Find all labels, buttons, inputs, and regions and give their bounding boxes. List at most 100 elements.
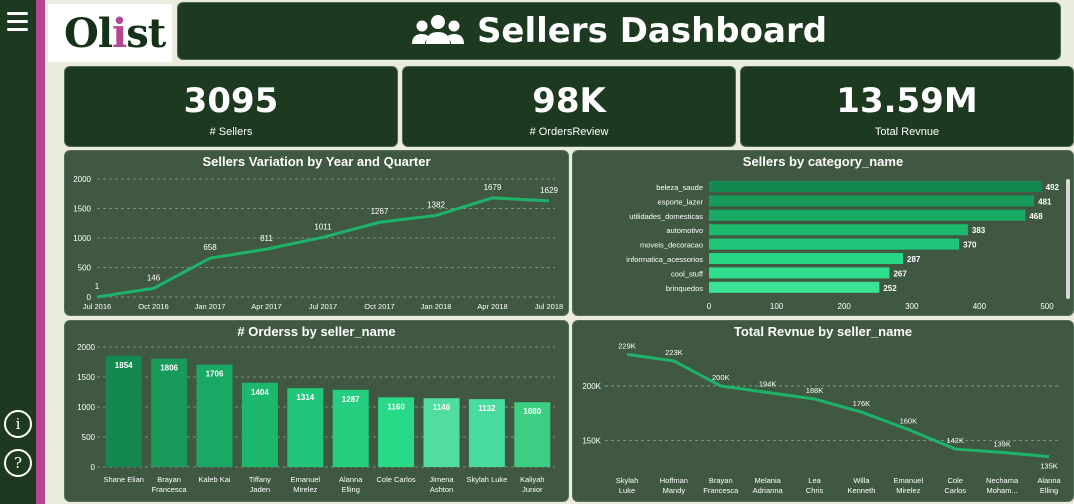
kpi-value: 98K — [532, 81, 606, 121]
y-tick-label: 1000 — [73, 234, 91, 243]
series-line — [626, 352, 1050, 459]
data-label: 194K — [759, 379, 777, 388]
x-tick-label-line: Nechama — [986, 476, 1019, 485]
data-label: 142K — [946, 436, 964, 445]
x-tick-label-line: Skylah — [616, 476, 639, 485]
x-tick-label: Shane Elian — [103, 475, 143, 484]
data-label: 223K — [665, 348, 683, 357]
data-label: 135K — [1040, 462, 1058, 471]
data-label: 492 — [1046, 183, 1060, 192]
kpi-card-orders-review: 98K # OrdersReview — [402, 66, 736, 147]
x-tick-label-line: Ashton — [430, 485, 453, 494]
x-tick-label: Jul 2016 — [83, 302, 111, 311]
data-label: 1404 — [251, 388, 269, 397]
data-label: 1132 — [478, 404, 496, 413]
x-tick-label: 100 — [770, 302, 784, 311]
x-tick-label-line: Junior — [522, 485, 543, 494]
x-tick-label: 500 — [1040, 302, 1054, 311]
category-label: beleza_saude — [656, 183, 703, 192]
data-label: 1146 — [433, 403, 451, 412]
x-tick-label-line: Elling — [342, 485, 360, 494]
scrollbar-track — [1066, 179, 1070, 299]
y-tick-label: 500 — [78, 264, 92, 273]
kpi-label: # OrdersReview — [529, 126, 609, 138]
data-label: 1854 — [115, 361, 133, 370]
sellers-by-category-bar-chart: beleza_saude 492 esporte_lazer 481 utilidade… — [626, 179, 1070, 311]
x-tick-label-line: Kaliyah — [520, 475, 545, 484]
data-label: 1011 — [314, 222, 332, 231]
series-line — [96, 196, 550, 299]
x-tick-label-line: Alanna — [339, 475, 363, 484]
x-tick-label-line: Carlos — [944, 486, 966, 495]
accent-stripe — [36, 0, 45, 504]
x-tick-label-line: Melania — [755, 476, 782, 485]
page-title: Sellers Dashboard — [476, 11, 828, 51]
data-label: 1706 — [206, 370, 224, 379]
x-tick-label-line: Brayan — [157, 475, 181, 484]
data-label: 1287 — [342, 395, 360, 404]
x-tick-label-line: Cole — [948, 476, 963, 485]
data-label: 188K — [806, 386, 824, 395]
x-tick-label: 0 — [707, 302, 712, 311]
x-tick-label: Cole Carlos — [377, 475, 416, 484]
x-tick-label-line: Tiffany — [249, 475, 271, 484]
x-tick-label: Jan 2017 — [195, 302, 226, 311]
category-label: automotivo — [666, 226, 703, 235]
bar — [709, 181, 1042, 192]
bar — [709, 267, 890, 279]
data-label: 1629 — [540, 186, 558, 195]
x-tick-label: Jul 2017 — [309, 302, 337, 311]
left-rail: i ? — [0, 0, 36, 504]
data-label: 383 — [972, 226, 986, 235]
y-tick-label: 1500 — [73, 205, 91, 214]
y-tick-label: 200K — [582, 382, 601, 391]
y-tick-label: 1000 — [77, 403, 95, 412]
y-tick-label: 500 — [82, 433, 96, 442]
category-label: cool_stuff — [671, 269, 704, 278]
y-tick-label: 150K — [582, 436, 601, 445]
x-tick-label-line: Elling — [1040, 486, 1058, 495]
olist-logo: Olist — [48, 4, 172, 62]
data-label: 1 — [95, 282, 100, 291]
x-tick-label: Skylah Luke — [466, 475, 507, 484]
help-icon[interactable]: ? — [4, 449, 32, 477]
logo-text-suffix: st — [126, 10, 166, 57]
revenue-by-seller-line-chart: 150K 200K 229K 223K 200K 194K 188K 176K 160K 142K… — [582, 341, 1061, 495]
bar — [196, 364, 233, 467]
chart-panel-revenue-by-seller: Total Revnue by seller_name 150K 200K 229K… — [572, 320, 1074, 502]
y-tick-label: 2000 — [73, 175, 91, 184]
data-label: 1267 — [371, 207, 389, 216]
data-label: 160K — [900, 416, 918, 425]
data-label: 146 — [147, 273, 161, 282]
bar — [709, 253, 904, 264]
y-tick-label: 0 — [91, 463, 96, 472]
x-tick-label: 300 — [905, 302, 919, 311]
x-tick-label-line: Chris — [806, 486, 824, 495]
dashboard-header: Sellers Dashboard — [177, 2, 1061, 60]
x-tick-label-line: Brayan — [709, 476, 733, 485]
bar — [709, 281, 880, 293]
x-tick-label-line: Mirelez — [293, 485, 317, 494]
x-tick-label: Oct 2017 — [364, 302, 394, 311]
y-tick-label: 0 — [87, 293, 92, 302]
x-tick-label-line: Francesca — [703, 486, 739, 495]
x-tick-label-line: Kenneth — [847, 486, 875, 495]
chart-panel-sellers-by-category: Sellers by category_name beleza_saude 492… — [572, 150, 1074, 316]
orders-by-seller-bar-chart: 0 500 1000 1500 2000 1854 Shane Elian 1806 Braya… — [77, 343, 555, 494]
x-tick-label-line: Alanna — [1037, 476, 1061, 485]
x-tick-label-line: Moham... — [986, 486, 1017, 495]
x-tick-label-line: Emanuel — [894, 476, 924, 485]
data-label: 1160 — [387, 402, 405, 411]
info-icon[interactable]: i — [4, 410, 32, 438]
data-label: 229K — [618, 341, 636, 350]
x-tick-label: Apr 2018 — [477, 302, 507, 311]
logo-text-prefix: Ol — [64, 10, 113, 57]
x-tick-label-line: Luke — [619, 486, 635, 495]
x-tick-label: 200 — [838, 302, 852, 311]
hamburger-icon[interactable] — [7, 12, 28, 32]
sellers-variation-line-chart: 0 500 1000 1500 2000 Jul 2016 Oct 2016 Jan 2017… — [73, 175, 563, 311]
chart-panel-sellers-variation: Sellers Variation by Year and Quarter 05… — [64, 150, 569, 316]
x-tick-label: Apr 2017 — [251, 302, 281, 311]
bar — [151, 358, 188, 467]
x-tick-label: Oct 2016 — [138, 302, 168, 311]
